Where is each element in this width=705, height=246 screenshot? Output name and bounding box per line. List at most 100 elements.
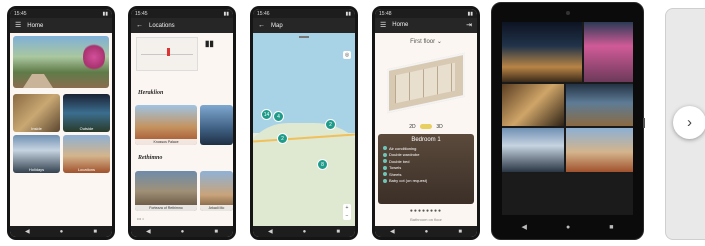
nav-back-icon[interactable]: ◀ [25,228,30,235]
amenity-list: Air conditioning Double wardrobe Double … [378,143,474,186]
pin-count: 4 [277,113,280,120]
path-shape [23,74,53,88]
amenity-label: Sheets [389,171,402,177]
back-arrow-icon[interactable]: ← [258,22,265,29]
map-pin[interactable]: 4 [273,111,284,122]
system-nav-bar: ◀ ● ■ [375,226,477,237]
card-label: Fortezza of Rethimno [135,205,197,211]
amenity-item: Double wardrobe [383,152,469,157]
system-nav-bar: ◀ ● ■ [253,226,355,237]
exit-icon[interactable]: ⇥ [466,22,472,29]
room-panel: Bedroom 1 Air conditioning Double wardro… [378,134,474,204]
card-label: Arkadi Mo [200,205,233,211]
status-time: 15:46 [257,10,270,17]
gallery-photo[interactable] [502,84,564,126]
section-title-rethimno: Rethimno [138,155,163,161]
pin-count: 2 [329,121,332,128]
nav-recents-icon[interactable]: ■ [93,229,97,235]
toggle-2d[interactable]: 2D [409,124,415,130]
gallery-photo[interactable] [566,128,633,172]
tablet-side-button [643,118,645,128]
gallery-photo[interactable] [584,22,633,82]
page-title: Home [27,22,44,29]
tile-holidays[interactable]: Holidays [13,135,60,173]
appbar-left: ☰ Home [380,22,408,29]
toggle-3d[interactable]: 3D [436,124,442,130]
back-arrow-icon[interactable]: ← [136,22,143,29]
nav-home-icon[interactable]: ● [60,229,64,235]
gallery-grid [502,22,633,215]
room-footer: Bathroom on floor [410,217,442,222]
amenity-item: Baby cot (on request) [383,178,469,183]
phone-locations: 15:45 ▮▮ ← Locations ▮▮ Heraklion Knossos… [128,6,236,240]
tile-outside[interactable]: Outside [63,94,110,132]
gallery-photo[interactable] [502,22,582,82]
nav-recents-icon[interactable]: ■ [609,224,613,231]
amenity-label: Double bed [389,158,410,164]
card-knossos[interactable]: Knossos Palace [135,105,197,145]
menu-icon[interactable]: ☰ [15,22,21,29]
nav-recents-icon[interactable]: ■ [458,229,462,235]
amenity-icon [383,159,387,163]
toggle-switch[interactable] [420,124,432,130]
phone-map: 15:46 ▮▮ ← Map ◎ 14 4 2 8 2 + − ◀ ● ■ [250,6,358,240]
nav-recents-icon[interactable]: ■ [214,229,218,235]
map-screen: 15:46 ▮▮ ← Map ◎ 14 4 2 8 2 + − ◀ ● ■ [253,9,355,237]
card-fortezza[interactable]: Fortezza of Rethimno [135,171,197,211]
page-title: Locations [149,22,175,29]
pin-count: 8 [321,161,324,168]
tile-label: Locations [77,167,96,172]
nav-home-icon[interactable]: ● [566,224,570,231]
tile-label: Outside [79,126,94,131]
status-icons: ▮▮ [102,10,108,17]
nav-home-icon[interactable]: ● [425,229,429,235]
app-bar: ← Locations [131,18,233,33]
nav-home-icon[interactable]: ● [181,229,185,235]
menu-icon[interactable]: ☰ [380,22,386,29]
section-title-heraklion: Heraklion [138,90,164,96]
nav-back-icon[interactable]: ◀ [268,228,273,235]
status-time: 15:45 [14,10,27,17]
view-toggle[interactable]: 2D 3D [375,124,477,130]
nav-back-icon[interactable]: ◀ [390,228,395,235]
tile-locations[interactable]: Locations [63,135,110,173]
chevron-right-icon: › [687,114,692,131]
card-heraklion-2[interactable] [200,105,233,145]
map-pin[interactable]: 2 [277,133,288,144]
amenity-item: Air conditioning [383,146,469,151]
logo: ▮▮ [205,39,214,48]
tablet-gallery: ◀ ● ■ [491,2,645,240]
app-bar: ☰ Home ⇥ [375,18,477,33]
floorplan-3d-image [381,51,471,115]
gallery-photo[interactable] [566,84,633,126]
app-bar: ☰ Home [10,18,112,33]
map-pin[interactable]: 2 [325,119,336,130]
card-arkadi[interactable]: Arkadi Mo [200,171,233,211]
app-bar: ← Map [253,18,355,33]
map-pin[interactable]: 8 [317,159,328,170]
next-screenshot-button[interactable]: › [673,106,705,139]
gallery-photo[interactable] [502,174,633,214]
tile-label: Inside [31,126,42,131]
compass-icon[interactable]: ◎ [343,51,351,59]
nav-recents-icon[interactable]: ■ [336,229,340,235]
status-icons: ▮▮ [223,10,229,17]
nav-home-icon[interactable]: ● [303,229,307,235]
zoom-controls[interactable]: + − [343,204,351,220]
nav-back-icon[interactable]: ◀ [522,223,527,231]
amenity-label: Towels [389,165,402,170]
carousel-dots[interactable]: ●●●●●●●● [375,208,477,214]
card-label: Knossos Palace [135,139,197,145]
status-time: 15:48 [379,10,392,17]
chevron-down-icon[interactable]: ⌄ [437,39,442,45]
status-icons: ▮▮ [345,10,351,17]
nav-back-icon[interactable]: ◀ [146,228,151,235]
floor-title-text: First floor [410,39,436,45]
map-pin[interactable]: 14 [261,109,272,120]
amenity-item: Towels [383,165,469,170]
gallery-photo[interactable] [502,128,564,172]
map-view[interactable]: ◎ 14 4 2 8 2 + − [253,33,355,226]
amenity-label: Baby cot (on request) [389,178,428,183]
tile-inside[interactable]: Inside [13,94,60,132]
amenity-icon [383,146,387,150]
